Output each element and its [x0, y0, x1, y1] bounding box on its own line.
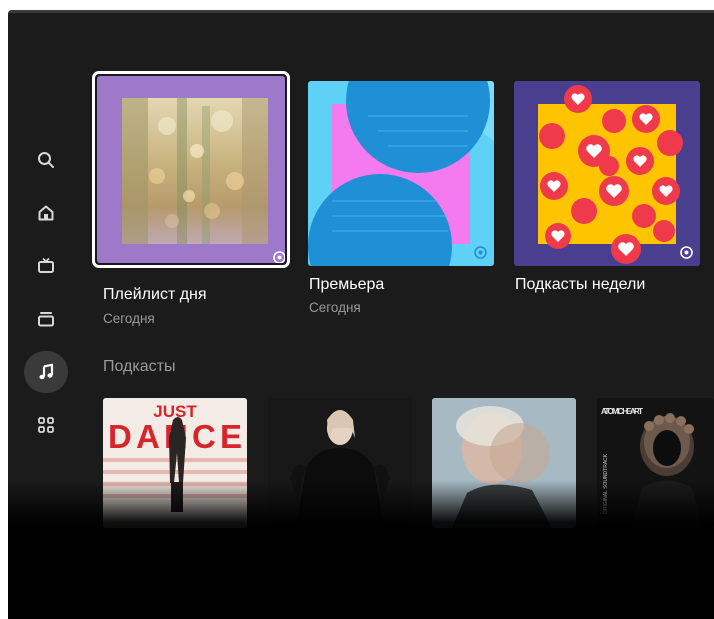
home-icon: [38, 205, 54, 221]
music-service-badge-icon: [273, 251, 285, 263]
tv-screen: Плейлист дня Сегодня Премьера Сегодня По…: [8, 10, 714, 619]
premiere-cover: [308, 81, 494, 266]
card-subtitle: Сегодня: [309, 300, 361, 315]
premiere-artwork: [308, 81, 494, 266]
apps-grid-icon: [38, 417, 54, 433]
card-title: Премьера: [309, 276, 385, 293]
featured-card-premiere[interactable]: Премьера Сегодня: [308, 81, 498, 321]
card-title: Плейлист дня: [103, 286, 207, 303]
music-service-badge-icon: [474, 246, 487, 259]
sidebar-item-apps[interactable]: [24, 405, 68, 445]
sidebar-item-collection[interactable]: [24, 299, 68, 339]
section-title-podcasts: Подкасты: [103, 358, 176, 375]
collection-icon: [38, 312, 54, 327]
tv-icon: [38, 257, 54, 273]
cover-title-line1: ATOMIC HEART: [601, 407, 643, 416]
featured-card-playlist-of-day[interactable]: Плейлист дня Сегодня: [92, 71, 299, 335]
sidebar-item-home[interactable]: [24, 193, 68, 233]
music-note-icon: [39, 363, 54, 380]
card-subtitle: Сегодня: [103, 311, 155, 326]
podcasts-of-week-cover: [514, 81, 700, 266]
sidebar-item-music[interactable]: [24, 351, 68, 393]
hearts-artwork: [538, 85, 683, 264]
card-title: Подкасты недели: [515, 276, 646, 293]
sidebar-item-tv[interactable]: [24, 246, 68, 286]
music-service-badge-icon: [680, 246, 693, 259]
search-icon: [38, 152, 54, 168]
sidebar-item-search[interactable]: [24, 140, 68, 180]
featured-card-podcasts-of-week[interactable]: Подкасты недели: [514, 81, 714, 321]
top-edge: [8, 10, 714, 13]
bottom-fade-overlay: [8, 480, 714, 619]
bokeh-artwork: [122, 98, 268, 244]
playlist-of-day-cover: [97, 76, 285, 263]
